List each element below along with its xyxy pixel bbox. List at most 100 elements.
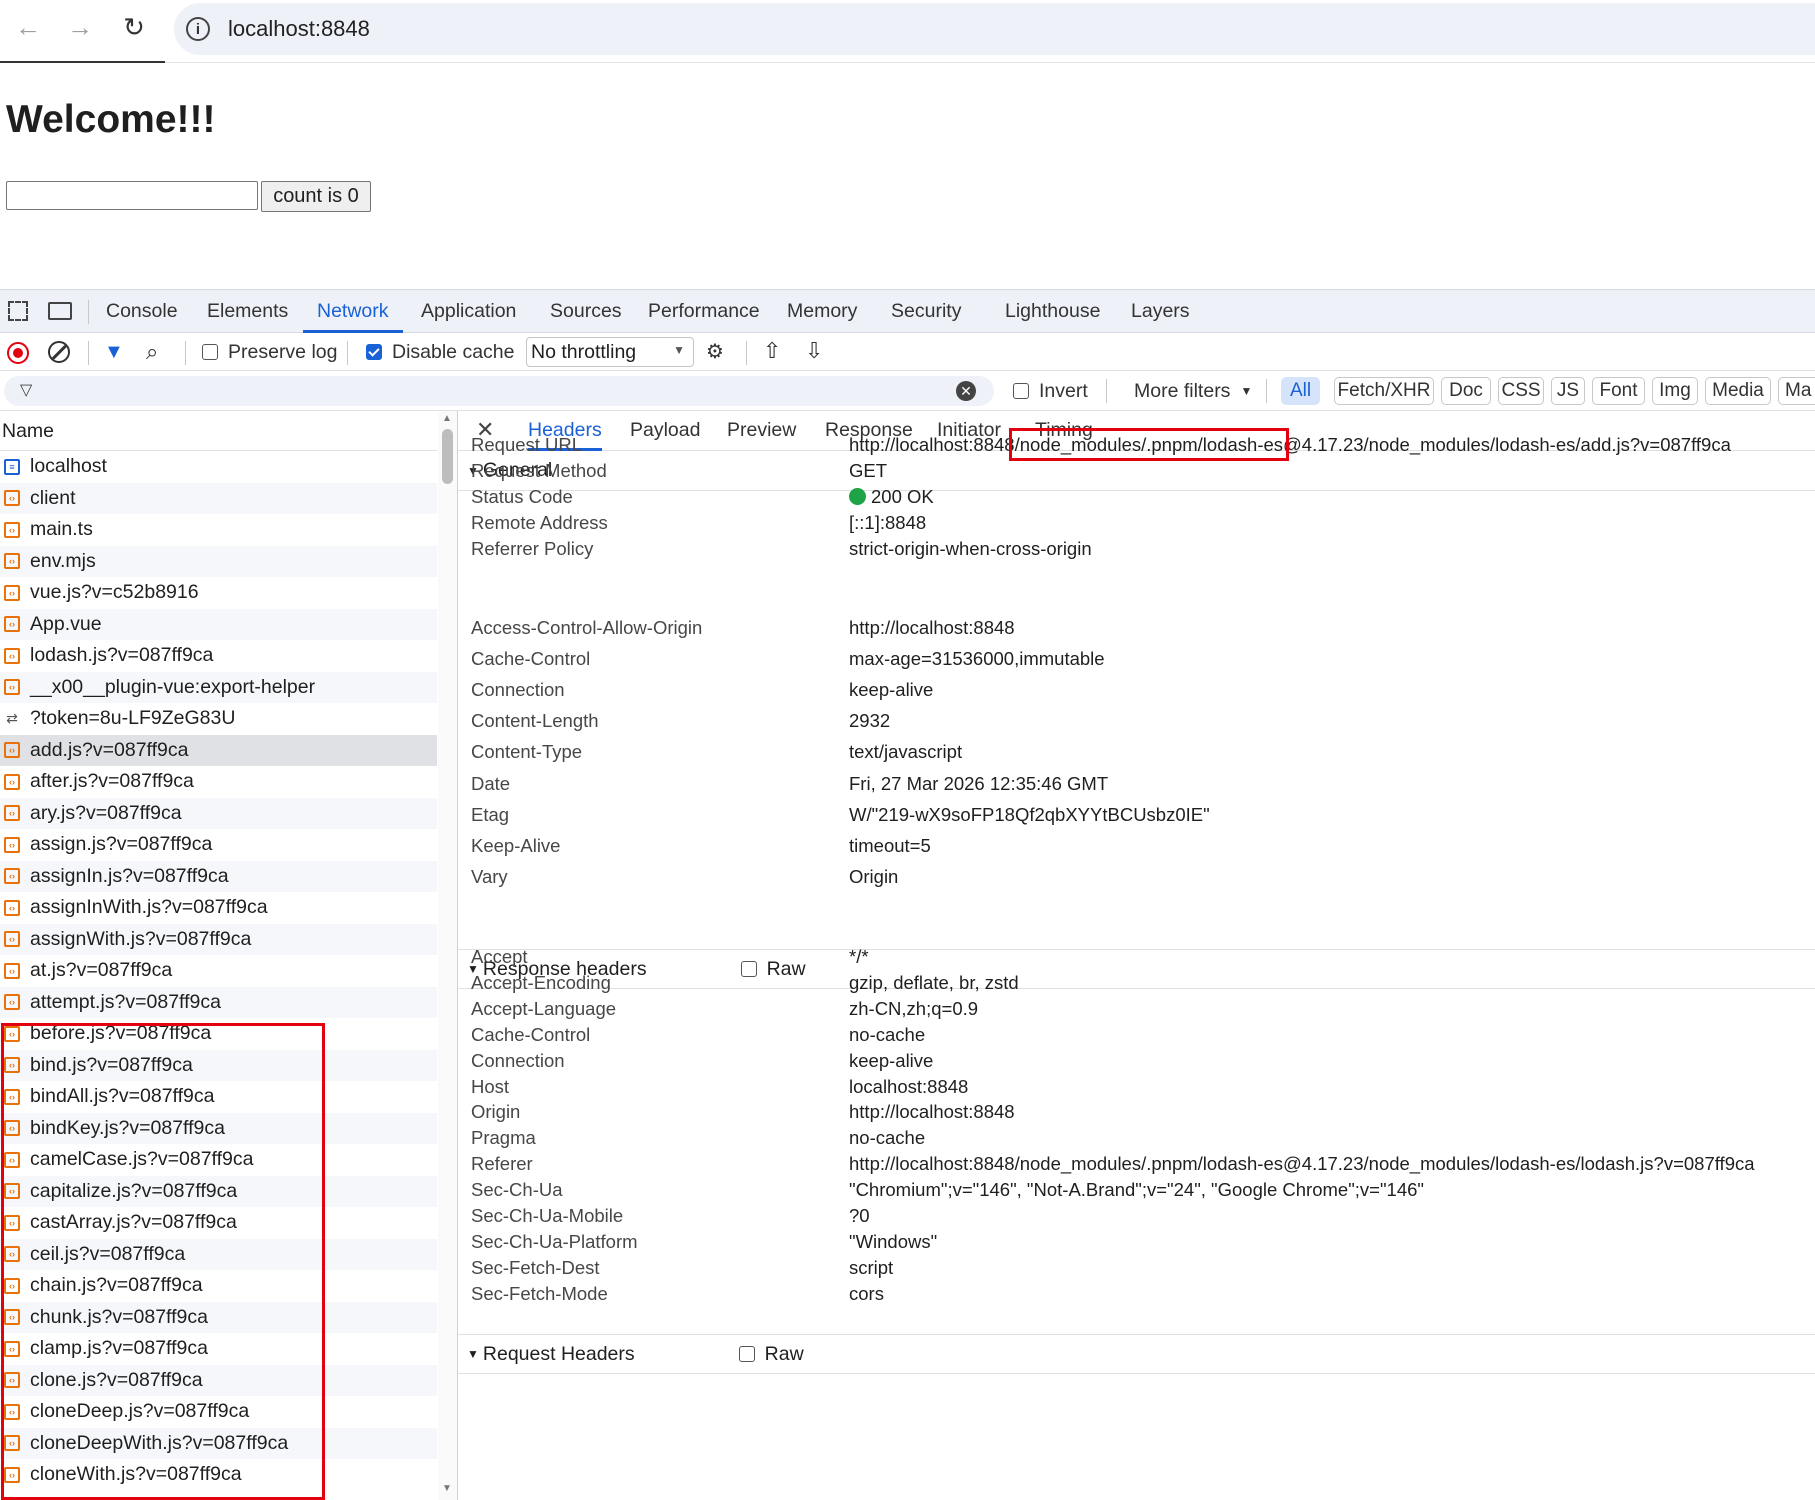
back-arrow-icon[interactable]: ← bbox=[10, 9, 46, 45]
header-value: */* bbox=[849, 946, 869, 967]
inspect-element-icon[interactable] bbox=[8, 301, 28, 321]
tab-lighthouse[interactable]: Lighthouse bbox=[1005, 290, 1100, 333]
filter-doc[interactable]: Doc bbox=[1441, 377, 1491, 405]
site-info-icon[interactable]: i bbox=[186, 17, 210, 41]
forward-arrow-icon[interactable]: → bbox=[62, 9, 98, 45]
request-row[interactable]: ‹› vue.js?v=c52b8916 bbox=[0, 577, 437, 609]
device-toolbar-icon[interactable] bbox=[48, 302, 72, 320]
preserve-log-label: Preserve log bbox=[228, 340, 338, 363]
name-column-header[interactable]: Name bbox=[0, 411, 437, 451]
preserve-log-checkbox[interactable]: Preserve log bbox=[202, 333, 337, 371]
upload-icon[interactable]: ⇧ bbox=[763, 338, 781, 364]
header-value: strict-origin-when-cross-origin bbox=[849, 538, 1092, 559]
request-row[interactable]: ‹› assignInWith.js?v=087ff9ca bbox=[0, 892, 437, 924]
request-row[interactable]: ‹› assign.js?v=087ff9ca bbox=[0, 829, 437, 861]
request-row[interactable]: ‹› __x00__plugin-vue:export-helper bbox=[0, 671, 437, 703]
more-filters-dropdown[interactable]: More filters ▼ bbox=[1134, 372, 1252, 410]
header-key: Date bbox=[471, 772, 511, 794]
tab-security[interactable]: Security bbox=[891, 290, 961, 333]
script-icon: ‹› bbox=[4, 931, 20, 948]
disable-cache-checkbox[interactable]: Disable cache bbox=[366, 333, 514, 371]
tab-layers[interactable]: Layers bbox=[1131, 290, 1190, 333]
request-row[interactable]: ‹› attempt.js?v=087ff9ca bbox=[0, 986, 437, 1018]
filter-fetch-xhr[interactable]: Fetch/XHR bbox=[1334, 377, 1434, 405]
checkbox-unchecked-icon[interactable] bbox=[202, 344, 218, 360]
tab-preview[interactable]: Preview bbox=[727, 411, 796, 451]
request-row[interactable]: ‹› after.js?v=087ff9ca bbox=[0, 766, 437, 798]
filter-font[interactable]: Font bbox=[1592, 377, 1645, 405]
request-row[interactable]: ‹› add.js?v=087ff9ca bbox=[0, 734, 437, 766]
request-row[interactable]: ‹› main.ts bbox=[0, 514, 437, 546]
general-section-header[interactable]: ▼ General bbox=[458, 451, 1815, 491]
response-headers-section-header[interactable]: ▼ Response headers Raw bbox=[458, 949, 1815, 989]
record-icon[interactable] bbox=[7, 342, 29, 364]
request-name: __x00__plugin-vue:export-helper bbox=[30, 675, 316, 698]
request-list: Name ≡ localhost ‹› client ‹› main.ts ‹› env.mj… bbox=[0, 411, 458, 1500]
request-row[interactable]: ‹› assignIn.js?v=087ff9ca bbox=[0, 860, 437, 892]
request-row[interactable]: ‹› ary.js?v=087ff9ca bbox=[0, 797, 437, 829]
raw-checkbox[interactable] bbox=[740, 961, 757, 977]
tab-memory[interactable]: Memory bbox=[787, 290, 857, 333]
request-headers-section-header[interactable]: ▼ Request Headers Raw bbox=[458, 1334, 1815, 1374]
scroll-up-icon[interactable]: ▲ bbox=[442, 413, 452, 424]
clear-icon[interactable] bbox=[48, 341, 70, 363]
header-key: Etag bbox=[471, 803, 510, 825]
tab-performance[interactable]: Performance bbox=[648, 290, 760, 333]
raw-label: Raw bbox=[764, 1342, 804, 1365]
text-input[interactable] bbox=[6, 181, 258, 210]
header-key: Content-Length bbox=[471, 710, 599, 732]
checkbox-unchecked-icon[interactable] bbox=[1013, 383, 1029, 399]
chevron-down-icon: ▼ bbox=[1240, 384, 1253, 398]
tab-payload[interactable]: Payload bbox=[630, 411, 700, 451]
tab-sources[interactable]: Sources bbox=[550, 290, 622, 333]
filter-manifest[interactable]: Ma bbox=[1778, 377, 1815, 405]
tab-elements[interactable]: Elements bbox=[207, 290, 288, 333]
request-row[interactable]: ≡ localhost bbox=[0, 451, 437, 483]
filter-input[interactable]: ▽ ✕ bbox=[4, 376, 994, 406]
clear-filter-icon[interactable]: ✕ bbox=[956, 381, 976, 401]
divider bbox=[88, 341, 89, 365]
filter-icon[interactable]: ▼ bbox=[104, 341, 124, 364]
request-row[interactable]: ‹› client bbox=[0, 482, 437, 514]
tab-application[interactable]: Application bbox=[421, 290, 516, 333]
websocket-icon: ⇄ bbox=[6, 710, 18, 727]
scroll-down-icon[interactable]: ▼ bbox=[442, 1483, 452, 1494]
filter-media[interactable]: Media bbox=[1705, 377, 1771, 405]
reload-icon[interactable]: ↻ bbox=[116, 9, 152, 45]
search-icon[interactable]: ⌕ bbox=[146, 339, 158, 365]
request-name: assignIn.js?v=087ff9ca bbox=[30, 864, 229, 887]
status-ok-icon bbox=[849, 488, 866, 505]
throttling-select[interactable]: No throttling ▼ bbox=[526, 337, 694, 367]
header-key: Cache-Control bbox=[471, 1023, 591, 1045]
divider bbox=[185, 341, 186, 365]
scrollbar-thumb[interactable] bbox=[442, 429, 453, 484]
request-row[interactable]: ‹› lodash.js?v=087ff9ca bbox=[0, 640, 437, 672]
raw-checkbox[interactable] bbox=[738, 1346, 755, 1362]
tab-network[interactable]: Network bbox=[303, 290, 403, 333]
request-row[interactable]: ‹› at.js?v=087ff9ca bbox=[0, 955, 437, 987]
divider bbox=[347, 341, 348, 365]
filter-img[interactable]: Img bbox=[1652, 377, 1698, 405]
filter-js[interactable]: JS bbox=[1551, 377, 1585, 405]
download-icon[interactable]: ⇩ bbox=[805, 338, 823, 364]
request-row[interactable]: ⇄ ?token=8u-LF9ZeG83U bbox=[0, 703, 437, 735]
header-key: Request Method bbox=[471, 460, 607, 481]
request-row[interactable]: ‹› env.mjs bbox=[0, 545, 437, 577]
tab-console[interactable]: Console bbox=[106, 290, 178, 333]
divider bbox=[1106, 379, 1107, 403]
invert-checkbox[interactable]: Invert bbox=[1013, 372, 1088, 410]
count-button[interactable]: count is 0 bbox=[261, 181, 371, 212]
network-conditions-icon[interactable]: ⚙ bbox=[706, 339, 724, 364]
highlight-box bbox=[1, 1023, 325, 1500]
request-row[interactable]: ‹› App.vue bbox=[0, 608, 437, 640]
request-row[interactable]: ‹› assignWith.js?v=087ff9ca bbox=[0, 923, 437, 955]
request-name: ary.js?v=087ff9ca bbox=[30, 801, 182, 824]
checkbox-checked-icon[interactable] bbox=[366, 344, 382, 360]
address-bar[interactable]: i localhost:8848 bbox=[174, 3, 1815, 55]
filter-all[interactable]: All bbox=[1281, 377, 1320, 405]
devtools-tabbar: Console Elements Network Application Sou… bbox=[0, 289, 1815, 333]
address-url: localhost:8848 bbox=[228, 16, 370, 41]
filter-css[interactable]: CSS bbox=[1498, 377, 1544, 405]
header-value: localhost:8848 bbox=[849, 1075, 969, 1097]
scrollbar[interactable]: ▲ ▼ bbox=[438, 411, 457, 1500]
